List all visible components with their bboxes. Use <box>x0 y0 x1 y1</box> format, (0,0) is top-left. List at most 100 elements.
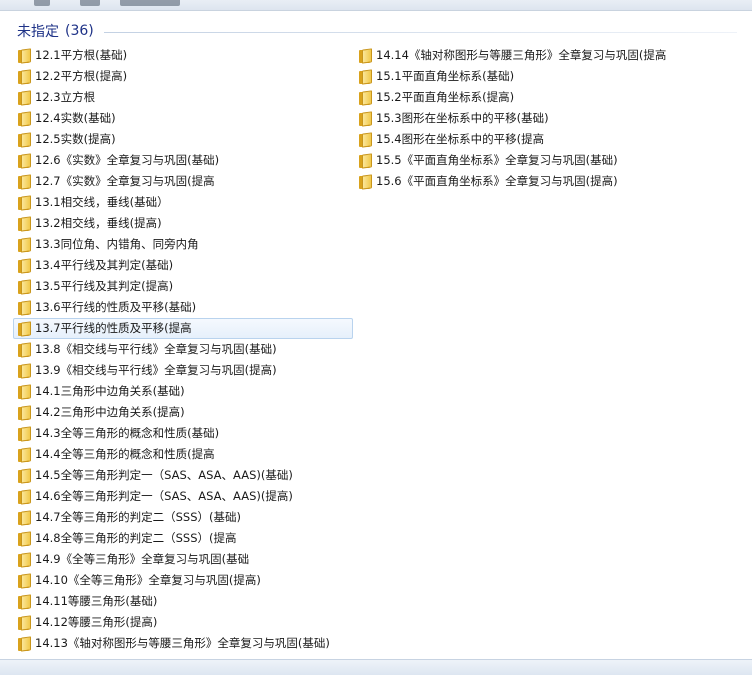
folder-icon <box>359 89 372 106</box>
folder-icon <box>18 362 31 379</box>
folder-item[interactable]: 14.13《轴对称图形与等腰三角形》全章复习与巩固(基础) <box>13 633 353 654</box>
folder-item[interactable]: 13.2相交线，垂线(提高) <box>13 213 353 234</box>
toolbar-strip <box>0 0 752 11</box>
folder-item[interactable]: 14.1三角形中边角关系(基础) <box>13 381 353 402</box>
folder-item[interactable]: 14.11等腰三角形(基础) <box>13 591 353 612</box>
folder-item-label: 13.9《相交线与平行线》全章复习与巩固(提高) <box>35 362 277 377</box>
folder-item[interactable]: 14.10《全等三角形》全章复习与巩固(提高) <box>13 570 353 591</box>
folder-item-label: 15.5《平面直角坐标系》全章复习与巩固(基础) <box>376 152 618 167</box>
folder-item[interactable]: 14.2三角形中边角关系(提高) <box>13 402 353 423</box>
folder-item-label: 13.8《相交线与平行线》全章复习与巩固(基础) <box>35 341 277 356</box>
folder-item-label: 14.11等腰三角形(基础) <box>35 593 158 608</box>
folder-item[interactable]: 14.12等腰三角形(提高) <box>13 612 353 633</box>
folder-item[interactable]: 12.1平方根(基础) <box>13 45 353 66</box>
status-bar <box>0 659 752 675</box>
folder-item[interactable]: 14.14《轴对称图形与等腰三角形》全章复习与巩固(提高 <box>354 45 734 66</box>
folder-icon <box>359 110 372 127</box>
folder-item-label: 12.3立方根 <box>35 89 96 104</box>
folder-item-label: 13.5平行线及其判定(提高) <box>35 278 174 293</box>
folder-item[interactable]: 14.9《全等三角形》全章复习与巩固(基础 <box>13 549 353 570</box>
group-divider <box>103 31 737 33</box>
folder-item-label: 14.9《全等三角形》全章复习与巩固(基础 <box>35 551 250 566</box>
folder-item[interactable]: 14.7全等三角形的判定二（SSS）(基础) <box>13 507 353 528</box>
file-list-left: 12.1平方根(基础) 12.2平方根(提高) 12.3立方根 12.4实数(基础) 1… <box>13 45 353 654</box>
folder-item-label: 13.6平行线的性质及平移(基础) <box>35 299 197 314</box>
folder-item[interactable]: 14.6全等三角形判定一（SAS、ASA、AAS)(提高) <box>13 486 353 507</box>
folder-item[interactable]: 13.5平行线及其判定(提高) <box>13 276 353 297</box>
folder-item[interactable]: 14.5全等三角形判定一（SAS、ASA、AAS)(基础) <box>13 465 353 486</box>
folder-item[interactable]: 12.5实数(提高) <box>13 129 353 150</box>
folder-item[interactable]: 13.7平行线的性质及平移(提高 <box>13 318 353 339</box>
folder-item[interactable]: 14.4全等三角形的概念和性质(提高 <box>13 444 353 465</box>
folder-item-label: 14.6全等三角形判定一（SAS、ASA、AAS)(提高) <box>35 488 293 503</box>
folder-icon <box>18 467 31 484</box>
folder-icon <box>359 47 372 64</box>
folder-item-label: 12.5实数(提高) <box>35 131 116 146</box>
folder-item[interactable]: 13.4平行线及其判定(基础) <box>13 255 353 276</box>
folder-item-label: 14.10《全等三角形》全章复习与巩固(提高) <box>35 572 261 587</box>
folder-item-label: 12.2平方根(提高) <box>35 68 128 83</box>
folder-icon <box>18 572 31 589</box>
folder-item[interactable]: 13.3同位角、内错角、同旁内角 <box>13 234 353 255</box>
folder-item-label: 15.2平面直角坐标系(提高) <box>376 89 515 104</box>
folder-item[interactable]: 12.7《实数》全章复习与巩固(提高 <box>13 171 353 192</box>
folder-item-label: 15.6《平面直角坐标系》全章复习与巩固(提高) <box>376 173 618 188</box>
folder-item-label: 13.1相交线，垂线(基础） <box>35 194 169 209</box>
folder-icon <box>18 530 31 547</box>
folder-item-label: 13.2相交线，垂线(提高) <box>35 215 162 230</box>
folder-icon <box>18 194 31 211</box>
folder-item[interactable]: 14.8全等三角形的判定二（SSS）(提高 <box>13 528 353 549</box>
folder-item[interactable]: 13.9《相交线与平行线》全章复习与巩固(提高) <box>13 360 353 381</box>
folder-item[interactable]: 12.4实数(基础) <box>13 108 353 129</box>
toolbar-fragment <box>34 0 50 6</box>
explorer-window: 未指定 (36) 12.1平方根(基础) 12.2平方根(提高) 12.3立方根 12… <box>0 0 752 675</box>
folder-item-label: 15.4图形在坐标系中的平移(提高 <box>376 131 545 146</box>
folder-item-label: 12.4实数(基础) <box>35 110 116 125</box>
folder-icon <box>18 383 31 400</box>
folder-item[interactable]: 15.6《平面直角坐标系》全章复习与巩固(提高) <box>354 171 734 192</box>
folder-item[interactable]: 13.1相交线，垂线(基础） <box>13 192 353 213</box>
folder-icon <box>18 614 31 631</box>
file-list-right: 14.14《轴对称图形与等腰三角形》全章复习与巩固(提高 15.1平面直角坐标系(… <box>354 45 734 192</box>
folder-item-label: 13.7平行线的性质及平移(提高 <box>35 320 192 335</box>
folder-item-label: 12.6《实数》全章复习与巩固(基础) <box>35 152 220 167</box>
folder-item[interactable]: 12.2平方根(提高) <box>13 66 353 87</box>
folder-icon <box>359 152 372 169</box>
folder-item[interactable]: 15.5《平面直角坐标系》全章复习与巩固(基础) <box>354 150 734 171</box>
folder-icon <box>18 551 31 568</box>
folder-item[interactable]: 13.6平行线的性质及平移(基础) <box>13 297 353 318</box>
folder-item-label: 14.1三角形中边角关系(基础) <box>35 383 185 398</box>
folder-item-label: 15.3图形在坐标系中的平移(基础) <box>376 110 549 125</box>
group-count: (36) <box>65 23 94 39</box>
folder-icon <box>18 635 31 652</box>
folder-icon <box>18 152 31 169</box>
folder-icon <box>18 509 31 526</box>
folder-item-label: 14.4全等三角形的概念和性质(提高 <box>35 446 215 461</box>
folder-icon <box>18 173 31 190</box>
folder-item[interactable]: 12.6《实数》全章复习与巩固(基础) <box>13 150 353 171</box>
folder-item-label: 14.7全等三角形的判定二（SSS）(基础) <box>35 509 241 524</box>
folder-icon <box>359 68 372 85</box>
folder-icon <box>18 593 31 610</box>
folder-item-label: 14.8全等三角形的判定二（SSS）(提高 <box>35 530 237 545</box>
folder-item-label: 14.2三角形中边角关系(提高) <box>35 404 185 419</box>
folder-item[interactable]: 15.2平面直角坐标系(提高) <box>354 87 734 108</box>
folder-item-label: 14.3全等三角形的概念和性质(基础) <box>35 425 220 440</box>
folder-icon <box>359 131 372 148</box>
folder-item[interactable]: 15.3图形在坐标系中的平移(基础) <box>354 108 734 129</box>
group-header[interactable]: 未指定 (36) <box>17 20 737 42</box>
folder-item[interactable]: 13.8《相交线与平行线》全章复习与巩固(基础) <box>13 339 353 360</box>
folder-icon <box>18 446 31 463</box>
folder-icon <box>18 299 31 316</box>
folder-icon <box>18 236 31 253</box>
folder-item[interactable]: 12.3立方根 <box>13 87 353 108</box>
folder-item[interactable]: 15.1平面直角坐标系(基础) <box>354 66 734 87</box>
toolbar-fragment <box>80 0 100 6</box>
folder-icon <box>18 68 31 85</box>
folder-item[interactable]: 14.3全等三角形的概念和性质(基础) <box>13 423 353 444</box>
toolbar-fragment <box>120 0 180 6</box>
folder-item[interactable]: 15.4图形在坐标系中的平移(提高 <box>354 129 734 150</box>
folder-icon <box>18 257 31 274</box>
folder-icon <box>18 215 31 232</box>
folder-icon <box>18 110 31 127</box>
